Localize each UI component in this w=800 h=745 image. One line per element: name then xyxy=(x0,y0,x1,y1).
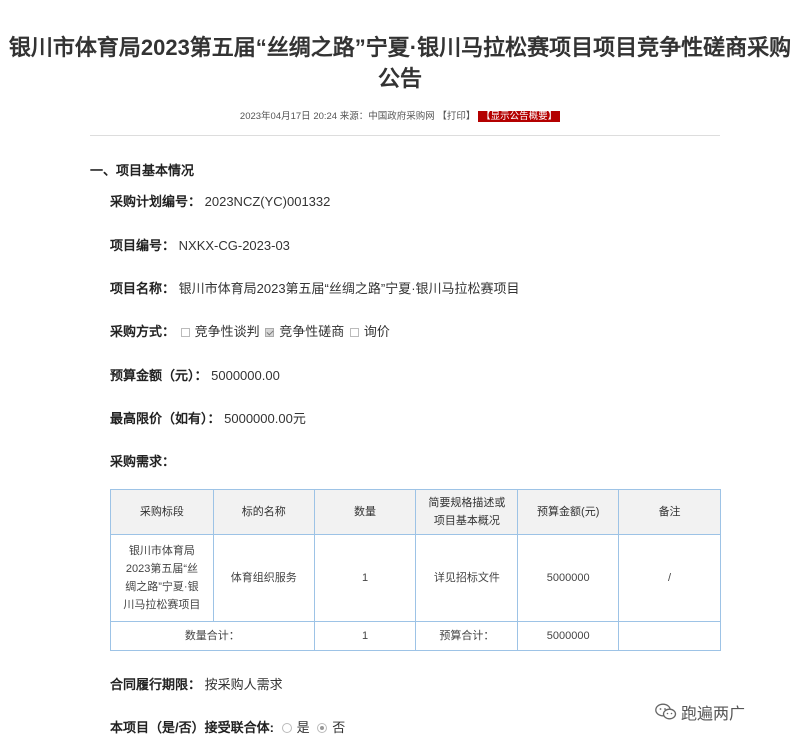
section-heading: 一、项目基本情况 xyxy=(90,163,195,178)
contract-period-value: 按采购人需求 xyxy=(204,677,283,692)
table-header-row: 采购标段 标的名称 数量 简要规格描述或 项目基本概况 预算金额(元) 备注 xyxy=(110,489,721,535)
header-qty: 数量 xyxy=(313,489,417,535)
method-checkbox-inquiry[interactable] xyxy=(349,328,359,337)
watermark: 跑遍两广 xyxy=(655,700,745,724)
total-qty: 1 xyxy=(313,621,417,651)
header-spec-line2: 项目基本概况 xyxy=(433,515,500,527)
source-label: 来源： xyxy=(339,111,369,122)
method-checkbox-negotiation[interactable] xyxy=(180,328,190,337)
budget-label: 预算金额（元）： xyxy=(110,368,208,383)
header-name: 标的名称 xyxy=(212,489,315,535)
method-option-consultation: 竞争性磋商 xyxy=(279,324,345,339)
max-price-row: 最高限价（如有）： 5000000.00元 xyxy=(110,408,306,427)
plan-number-value: 2023NCZ(YC)001332 xyxy=(204,194,331,209)
method-option-inquiry: 询价 xyxy=(363,324,390,339)
project-number-label: 项目编号： xyxy=(110,238,176,253)
budget-value: 5000000.00 xyxy=(211,368,280,383)
lot-line: 绸之路”宁夏·银 xyxy=(125,581,199,593)
header-spec: 简要规格描述或 项目基本概况 xyxy=(415,489,519,535)
project-name-row: 项目名称： 银川市体育局2023第五届“丝绸之路”宁夏·银川马拉松赛项目 xyxy=(110,278,520,297)
method-option-negotiation: 竞争性谈判 xyxy=(194,324,260,339)
consortium-label: 本项目（是/否）接受联合体: xyxy=(110,720,274,735)
total-qty-label: 数量合计： xyxy=(110,621,315,651)
consortium-option-yes: 是 xyxy=(296,720,310,735)
print-link[interactable]: 【打印】 xyxy=(437,111,475,122)
max-price-label: 最高限价（如有）： xyxy=(110,411,221,426)
consortium-radio-yes[interactable] xyxy=(281,723,292,733)
contract-period-label: 合同履行期限： xyxy=(110,677,202,692)
plan-number-row: 采购计划编号： 2023NCZ(YC)001332 xyxy=(110,191,330,210)
wechat-icon xyxy=(655,703,677,721)
consortium-radio-no[interactable] xyxy=(317,723,328,733)
header-budget: 预算金额(元) xyxy=(517,489,620,535)
cell-lot: 银川市体育局 2023第五届“丝 绸之路”宁夏·银 川马拉松赛项目 xyxy=(110,534,214,622)
source-name: 中国政府采购网 xyxy=(368,111,435,122)
plan-number-label: 采购计划编号： xyxy=(110,194,202,209)
cell-qty: 1 xyxy=(313,534,417,622)
cell-spec: 详见招标文件 xyxy=(415,534,519,622)
total-note xyxy=(618,621,721,651)
budget-row: 预算金额（元）： 5000000.00 xyxy=(110,365,280,384)
total-budget-label: 预算合计： xyxy=(415,621,519,651)
cell-note: / xyxy=(618,534,721,622)
lot-line: 2023第五届“丝 xyxy=(125,563,198,575)
table-total-row: 数量合计： 1 预算合计： 5000000 xyxy=(110,621,721,651)
project-number-value: NXKX-CG-2023-03 xyxy=(178,238,290,253)
lot-line: 川马拉松赛项目 xyxy=(123,599,201,611)
requirements-table: 采购标段 标的名称 数量 简要规格描述或 项目基本概况 预算金额(元) 备注 银… xyxy=(110,489,721,651)
max-price-value: 5000000.00元 xyxy=(224,411,306,426)
project-name-label: 项目名称： xyxy=(110,281,176,296)
header-spec-line1: 简要规格描述或 xyxy=(428,497,506,509)
requirements-row: 采购需求： xyxy=(110,451,175,470)
table-row: 银川市体育局 2023第五届“丝 绸之路”宁夏·银 川马拉松赛项目 体育组织服务… xyxy=(110,534,721,622)
cell-name: 体育组织服务 xyxy=(212,534,315,622)
header-divider xyxy=(90,135,720,136)
publish-datetime: 2023年04月17日 20:24 xyxy=(239,111,338,122)
header-lot: 采购标段 xyxy=(110,489,214,535)
consortium-option-no: 否 xyxy=(332,720,346,735)
show-summary-button[interactable]: 【显示公告概要】 xyxy=(478,111,561,122)
watermark-text: 跑遍两广 xyxy=(681,706,746,723)
procurement-method-row: 采购方式： 竞争性谈判 竞争性磋商 询价 xyxy=(110,321,390,340)
contract-period-row: 合同履行期限： 按采购人需求 xyxy=(110,674,283,693)
procurement-method-label: 采购方式： xyxy=(110,324,176,339)
consortium-row: 本项目（是/否）接受联合体: 是 否 xyxy=(110,717,345,736)
article-meta: 2023年04月17日 20:24 来源：中国政府采购网 【打印】 【显示公告概… xyxy=(0,110,800,124)
cell-budget: 5000000 xyxy=(517,534,620,622)
page-title-line2: 公告 xyxy=(377,66,422,91)
lot-line: 银川市体育局 xyxy=(128,545,195,557)
page-title-line1: 银川市体育局2023第五届“丝绸之路”宁夏·银川马拉松赛项目项目竞争性磋商采购 xyxy=(8,35,792,60)
header-note: 备注 xyxy=(618,489,721,535)
method-checkbox-consultation[interactable] xyxy=(265,328,275,337)
requirements-label: 采购需求： xyxy=(110,454,176,469)
project-number-row: 项目编号： NXKX-CG-2023-03 xyxy=(110,235,290,254)
project-name-value: 银川市体育局2023第五届“丝绸之路”宁夏·银川马拉松赛项目 xyxy=(178,281,520,296)
page-title: 银川市体育局2023第五届“丝绸之路”宁夏·银川马拉松赛项目项目竞争性磋商采购 … xyxy=(0,32,800,94)
total-budget: 5000000 xyxy=(517,621,620,651)
